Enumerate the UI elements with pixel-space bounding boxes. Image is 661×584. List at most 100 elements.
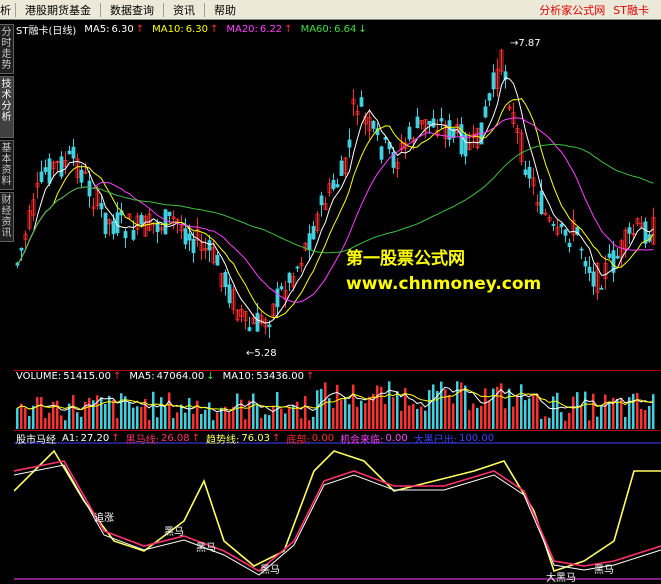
volume-bar [296, 401, 299, 429]
ma20-value: 6.22 [259, 24, 283, 35]
ma10-line [17, 98, 654, 319]
trend-arrow: ↑ [272, 433, 281, 444]
volume-panel[interactable]: VOLUME: 51415.00 ↑ MA5: 47064.00 ↓ MA10: 5343… [14, 370, 661, 431]
volume-bar [456, 381, 459, 429]
volume-bar [600, 405, 603, 429]
brand-name: 分析家公式网 [539, 4, 606, 17]
candle-body [255, 312, 260, 332]
volume-bar [156, 417, 159, 429]
candle-body [627, 227, 632, 234]
tab-realtime[interactable]: 分时走势 [0, 24, 14, 74]
menubar-brand: 分析家公式网 ST融卡 [539, 0, 649, 20]
volume-label: VOLUME: [16, 371, 62, 382]
volume-bar [448, 394, 451, 429]
volume-bar [324, 382, 327, 429]
volume-bar [532, 393, 535, 429]
price-chart[interactable] [14, 20, 661, 370]
volume-bar [632, 393, 635, 429]
candle-body [607, 253, 612, 258]
candle-body [223, 271, 228, 288]
ma10-arrow: ↑ [209, 24, 219, 35]
menu-item-hk-futures-funds[interactable]: 港股期货基金 [16, 2, 100, 18]
volume-bar [44, 418, 47, 429]
menu-item-analysis[interactable]: 析 [0, 2, 15, 18]
indicator-chart[interactable] [14, 431, 661, 583]
volume-bar [608, 402, 611, 429]
watermark-url[interactable]: www.chnmoney.com [346, 274, 541, 294]
volume-bar [476, 407, 479, 429]
menu-item-news[interactable]: 资讯 [164, 2, 204, 18]
price-title: ST融卡(日线) [16, 26, 77, 37]
candle-body [287, 272, 292, 283]
candle-body [295, 266, 300, 269]
volume-bar [272, 405, 275, 429]
candle-body [19, 247, 24, 251]
candle-body [539, 190, 544, 215]
price-chart-panel[interactable]: ST融卡(日线) MA5: 6.30 ↑ MA10: 6.30 ↑ MA20: 6.22 ↑… [14, 20, 661, 370]
candle-body [579, 248, 584, 251]
volume-bar [192, 413, 195, 429]
volume-bar [588, 420, 591, 429]
big-horse-readout: 大黑已出: 100.00 [414, 431, 494, 446]
volume-bar [636, 392, 639, 429]
volume-bar [572, 396, 575, 429]
candle-body [559, 223, 564, 228]
volume-bar [576, 392, 579, 429]
volume-bar [288, 406, 291, 429]
menu-item-help[interactable]: 帮助 [205, 2, 245, 18]
watermark-title: 第一股票公式网 [346, 249, 465, 269]
candle-body [527, 166, 532, 179]
opportunity-label: 机会来临: [340, 435, 384, 446]
volume-bar [28, 415, 31, 429]
volume-bar [64, 420, 67, 429]
volume-bar [96, 395, 99, 429]
vol-ma10-readout: MA10: 53436.00 ↑ [223, 371, 315, 382]
candle-body [187, 233, 192, 241]
candle-body [615, 255, 620, 259]
volume-value: 51415.00 [63, 371, 111, 382]
big-horse-label: 大黑已出: [413, 435, 458, 446]
dark-horse-annotation: 黑马 [164, 527, 184, 538]
opportunity-value: 0.00 [385, 433, 408, 444]
volume-bar [236, 393, 239, 429]
high-price-label: →7.87 [510, 38, 541, 49]
volume-bar [420, 406, 423, 429]
volume-bar [396, 391, 399, 429]
volume-bar [428, 390, 431, 429]
volume-bar [360, 400, 363, 429]
candle-body [207, 240, 212, 251]
tab-technical-analysis[interactable]: 技术分析 [0, 76, 14, 138]
volume-bar [356, 406, 359, 429]
ma10-label: MA10: [152, 24, 184, 35]
candle-body [139, 215, 144, 225]
candle-body [427, 120, 432, 125]
volume-readout: VOLUME: 51415.00 ↑ [16, 371, 121, 382]
volume-bar [40, 397, 43, 429]
volume-bar [36, 396, 39, 429]
volume-bar [204, 409, 207, 429]
candle-body [87, 180, 92, 197]
vol-ma5-readout: MA5: 47064.00 ↓ [129, 371, 214, 382]
candle-body [215, 254, 220, 266]
candle-body [311, 226, 316, 240]
volume-bar [364, 403, 367, 429]
volume-bar [352, 384, 355, 429]
volume-bar [212, 420, 215, 429]
tab-finance-news[interactable]: 财经资讯 [0, 192, 14, 242]
indicator-panel[interactable]: 股市马经 A1: 27.20 ↑ 黑马线: 26.08 ↑ 趋势线: 76.03 ↑ 底部:… [14, 430, 661, 584]
candle-body [307, 233, 312, 251]
tab-basic-info[interactable]: 基本资料 [0, 140, 14, 190]
a1-label: A1: [62, 433, 79, 444]
dark-horse-arrow: ↑ [191, 433, 201, 444]
volume-bar [464, 385, 467, 429]
volume-bar [128, 402, 131, 429]
vol-ma5-label: MA5: [129, 371, 155, 382]
volume-bar [100, 397, 103, 429]
volume-bar [520, 384, 523, 429]
volume-bar [152, 391, 155, 429]
volume-bar [132, 407, 135, 429]
trend-label: 趋势线: [206, 435, 240, 446]
menu-item-data-query[interactable]: 数据查询 [101, 2, 163, 18]
price-header: ST融卡(日线) MA5: 6.30 ↑ MA10: 6.30 ↑ MA20: 6.22 ↑… [16, 22, 367, 37]
candle-body [111, 220, 116, 235]
